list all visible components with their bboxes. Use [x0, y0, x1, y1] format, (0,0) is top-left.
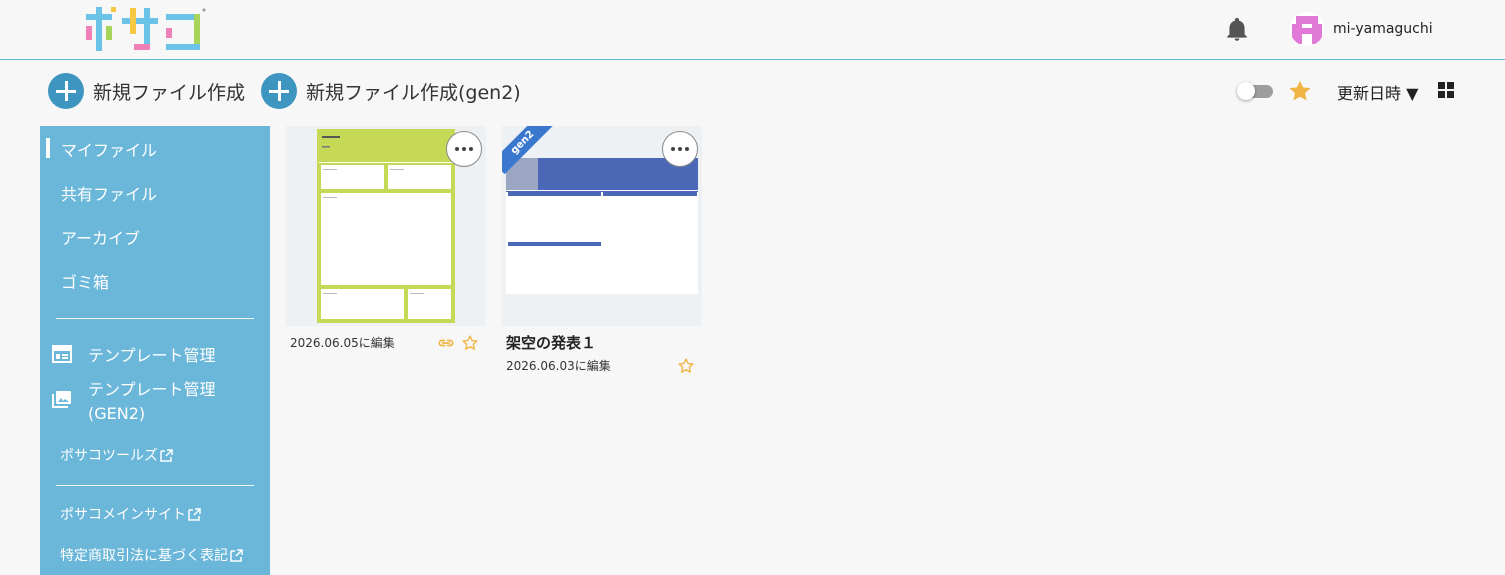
sidebar-link-legal-notice[interactable]: 特定商取引法に基づく表記 [60, 545, 243, 565]
link-icon[interactable] [436, 333, 456, 353]
view-toggle[interactable] [1237, 82, 1275, 100]
new-file-label: 新規ファイル作成 [93, 81, 246, 104]
sidebar: マイファイル 共有ファイル アーカイブ ゴミ箱 テンプレート管理 テンプレート管… [40, 126, 270, 575]
new-file-gen2-label: 新規ファイル作成(gen2) [306, 81, 521, 104]
file-title[interactable]: 架空の発表１ [506, 332, 596, 353]
sidebar-item-shared-files[interactable]: 共有ファイル [61, 181, 157, 205]
grid-view-icon[interactable] [1438, 82, 1455, 99]
sidebar-item-trash[interactable]: ゴミ箱 [61, 269, 109, 293]
sidebar-link-posaco-main-site[interactable]: ポサコメインサイト [60, 504, 201, 524]
username[interactable]: mi-yamaguchi [1333, 21, 1433, 37]
favorite-star-icon[interactable] [677, 357, 695, 375]
sidebar-item-my-files[interactable]: マイファイル [61, 137, 157, 161]
plus-icon [48, 73, 84, 109]
sidebar-divider [56, 485, 254, 486]
favorite-star-icon[interactable] [461, 334, 479, 352]
file-edited-date: 2026.06.03に編集 [506, 359, 611, 373]
external-link-icon [160, 448, 173, 462]
image-gallery-icon [52, 391, 71, 408]
template-icon [52, 345, 72, 363]
more-options-button[interactable] [446, 131, 482, 167]
sidebar-link-posaco-tools[interactable]: ポサコツールズ [60, 445, 173, 465]
sidebar-item-template-management-gen2[interactable]: テンプレート管理 (GEN2) [88, 378, 216, 426]
sidebar-divider [56, 318, 254, 319]
external-link-icon [230, 548, 243, 562]
plus-icon [261, 73, 297, 109]
external-link-icon [188, 507, 201, 521]
file-edited-date: 2026.06.05に編集 [290, 336, 395, 350]
sort-dropdown[interactable]: 更新日時 ▼ [1337, 80, 1418, 104]
bell-icon[interactable] [1224, 17, 1250, 43]
new-file-button[interactable]: 新規ファイル作成 [48, 73, 245, 109]
new-file-gen2-button[interactable]: 新規ファイル作成(gen2) [261, 73, 521, 109]
posaco-logo[interactable] [78, 4, 208, 54]
star-filter-icon[interactable] [1287, 78, 1313, 104]
sidebar-item-archive[interactable]: アーカイブ [61, 225, 140, 249]
top-header: mi-yamaguchi [0, 0, 1505, 60]
more-options-button[interactable] [662, 131, 698, 167]
user-avatar[interactable] [1290, 12, 1324, 46]
sidebar-item-template-management[interactable]: テンプレート管理 [88, 342, 216, 366]
active-indicator [46, 138, 50, 158]
